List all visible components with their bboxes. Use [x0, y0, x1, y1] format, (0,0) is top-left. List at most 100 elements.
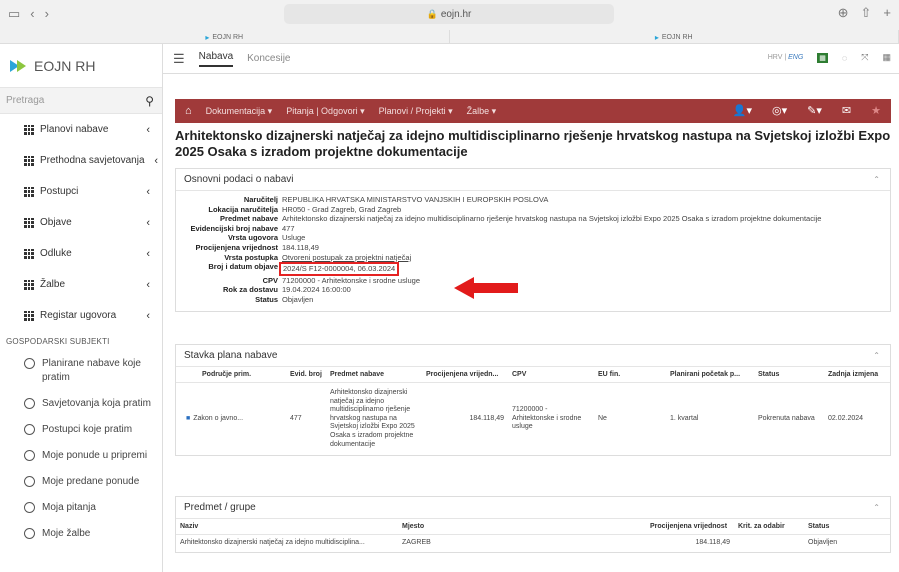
top-bar: ☰ Nabava Koncesije HRV | ENG ▦ ◌ ⤧ ▦ [163, 44, 899, 74]
grid-icon [24, 124, 34, 135]
chat-icon[interactable]: ◌ [842, 53, 847, 63]
hamburger-icon[interactable]: ☰ [173, 51, 185, 67]
column-header[interactable]: EU fin. [594, 367, 666, 383]
sidebar-item-ponude-priprema[interactable]: Moje ponude u pripremi [0, 443, 162, 469]
star-icon[interactable]: ★ [871, 104, 881, 117]
share-icon[interactable]: ⇧ [861, 5, 872, 21]
sidebar-toggle-icon[interactable]: ▭ [8, 6, 20, 22]
users-icon[interactable]: 👤▾ [733, 104, 752, 117]
main-content: ☰ Nabava Koncesije HRV | ENG ▦ ◌ ⤧ ▦ ⌂ D… [163, 44, 899, 572]
lang-hrv[interactable]: HRV [768, 54, 783, 61]
column-header[interactable]: Procijenjena vrijedn... [422, 367, 508, 383]
info-row-vrijednost: Procijenjena vrijednost 184.118,49 [195, 242, 319, 252]
back-icon[interactable]: ‹ [30, 6, 34, 22]
home-icon[interactable]: ⌂ [185, 105, 192, 117]
column-header[interactable]: CPV [508, 367, 594, 383]
search-input[interactable]: Pretraga ⚲ [0, 88, 162, 114]
column-header[interactable]: Status [754, 367, 824, 383]
red-arrow-annotation [454, 277, 518, 299]
address-bar[interactable]: 🔒 eojn.hr [284, 4, 614, 24]
grid-icon [24, 310, 34, 321]
browser-tab[interactable]: ▸ EOJN RH [450, 30, 899, 44]
column-header[interactable]: Evid. broj [286, 367, 326, 383]
search-icon[interactable]: ⚲ [145, 94, 154, 108]
column-header[interactable]: Naziv [176, 519, 398, 535]
menu-planovi-projekti[interactable]: Planovi / Projekti ▾ [379, 106, 453, 117]
sidebar-item-prethodna-savjetovanja[interactable]: Prethodna savjetovanja ‹ [0, 145, 162, 176]
sidebar-item-savjetovanja[interactable]: Savjetovanja koja pratim [0, 391, 162, 417]
sidebar-item-postupci-pratim[interactable]: Postupci koje pratim [0, 417, 162, 443]
radio-icon [24, 398, 35, 409]
column-header[interactable]: Status [804, 519, 890, 535]
menu-pitanja-odgovori[interactable]: Pitanja | Odgovori ▾ [286, 106, 364, 117]
sidebar-item-predane-ponude[interactable]: Moje predane ponude [0, 469, 162, 495]
browser-tab[interactable]: ▸ EOJN RH [0, 30, 450, 44]
sidebar-item-odluke[interactable]: Odluke ‹ [0, 238, 162, 269]
sidebar-item-zalbe[interactable]: Žalbe ‹ [0, 269, 162, 300]
info-row-broj-objave: Broj i datum objave 2024/S F12-0000004, 0… [176, 262, 890, 276]
column-header[interactable]: Planirani početak p... [666, 367, 754, 383]
card-header[interactable]: Osnovni podaci o nabavi ⌃ [176, 169, 890, 191]
sidebar-item-postupci[interactable]: Postupci ‹ [0, 176, 162, 207]
menu-zalbe[interactable]: Žalbe ▾ [467, 106, 497, 117]
comments-icon[interactable]: ✉ [842, 104, 851, 117]
column-header[interactable]: Mjesto [398, 519, 646, 535]
forward-icon[interactable]: › [45, 6, 49, 22]
sidebar-item-planirane-nabave[interactable]: Planirane nabave koje pratim [0, 351, 162, 391]
column-header[interactable]: Predmet nabave [326, 367, 422, 383]
sidebar-item-objave[interactable]: Objave ‹ [0, 207, 162, 238]
lock-icon: 🔒 [426, 8, 438, 19]
tab-strip: ▸ EOJN RH ▸ EOJN RH [0, 30, 899, 44]
card-osnovni-podaci: Osnovni podaci o nabavi ⌃ Naručitelj REPU… [175, 168, 891, 312]
column-header[interactable]: Zadnja izmjena [824, 367, 890, 383]
radio-icon [24, 424, 35, 435]
chevron-left-icon: ‹ [154, 154, 158, 167]
language-switch[interactable]: HRV | ENG [768, 54, 804, 61]
download-icon[interactable]: ⊕ [838, 5, 849, 21]
info-list: Naručitelj REPUBLIKA HRVATSKA MINISTARSTV… [176, 191, 890, 311]
accessibility-icon[interactable]: ▦ [817, 52, 828, 63]
info-row-predmet: Predmet nabave Arhitektonsko dizajnerski … [220, 214, 822, 224]
column-header[interactable]: Procijenjena vrijednost [646, 519, 734, 535]
sidebar-item-planovi-nabave[interactable]: Planovi nabave ‹ [0, 114, 162, 145]
highlighted-publication-number: 2024/S F12-0000004, 06.03.2024 [279, 262, 400, 276]
table-header-row: Naziv Mjesto Procijenjena vrijednost Kri… [176, 519, 890, 535]
apps-grid-icon[interactable]: ▦ [882, 52, 891, 63]
lang-eng[interactable]: ENG [788, 54, 803, 61]
collapse-icon[interactable]: ⌃ [873, 175, 880, 184]
column-header[interactable]: Područje prim. [176, 367, 286, 383]
chevron-left-icon: ‹ [146, 216, 150, 229]
view-icon[interactable]: ◎▾ [772, 104, 787, 117]
grid-icon [24, 248, 34, 259]
procurement-menu-bar: ⌂ Dokumentacija ▾ Pitanja | Odgovori ▾ P… [175, 99, 891, 123]
menu-dokumentacija[interactable]: Dokumentacija ▾ [206, 106, 273, 117]
info-row-vrsta-postupka: Vrsta postupka Otvoreni postupak za proje… [224, 252, 412, 262]
tab-koncesije[interactable]: Koncesije [247, 53, 290, 64]
sidebar-item-registar-ugovora[interactable]: Registar ugovora ‹ [0, 300, 162, 331]
sidebar-item-moje-zalbe[interactable]: Moje žalbe [0, 521, 162, 547]
groups-table: Naziv Mjesto Procijenjena vrijednost Kri… [176, 519, 890, 552]
info-row-narucitelj: Naručitelj REPUBLIKA HRVATSKA MINISTARSTV… [243, 195, 549, 204]
card-header[interactable]: Stavka plana nabave ⌃ [176, 345, 890, 367]
redbar-actions: 👤▾ ◎▾ ✎▾ ✉ ★ [733, 104, 881, 117]
tools-icon[interactable]: ✎▾ [807, 104, 822, 117]
expand-icon[interactable]: ⤧ [861, 52, 868, 63]
sidebar-item-moja-pitanja[interactable]: Moja pitanja [0, 495, 162, 521]
radio-icon [24, 450, 35, 461]
new-tab-icon[interactable]: + [883, 5, 891, 21]
info-row-rok: Rok za dostavu 19.04.2024 16:00:00 [222, 285, 351, 295]
info-row-lokacija: Lokacija naručitelja HR050 - Grad Zagreb,… [208, 204, 402, 214]
column-header[interactable]: Krit. za odabir [734, 519, 804, 535]
table-row[interactable]: ■ Zakon o javno... 477 Arhitektonsko diza… [176, 383, 890, 456]
card-header[interactable]: Predmet / grupe ⌃ [176, 497, 890, 519]
tab-nabava[interactable]: Nabava [198, 51, 234, 67]
collapse-icon[interactable]: ⌃ [873, 351, 880, 360]
collapse-icon[interactable]: ⌃ [873, 503, 880, 512]
table-row[interactable]: Arhitektonsko dizajnerski natječaj za id… [176, 535, 890, 552]
info-row-status: Status Objavljen [255, 294, 314, 304]
lang-separator: | [784, 54, 787, 61]
section-title-gospodarski-subjekti: GOSPODARSKI SUBJEKTI [6, 336, 110, 346]
folder-icon: ■ [186, 414, 191, 422]
grid-icon [24, 217, 34, 228]
brand[interactable]: EOJN RH [0, 44, 162, 88]
